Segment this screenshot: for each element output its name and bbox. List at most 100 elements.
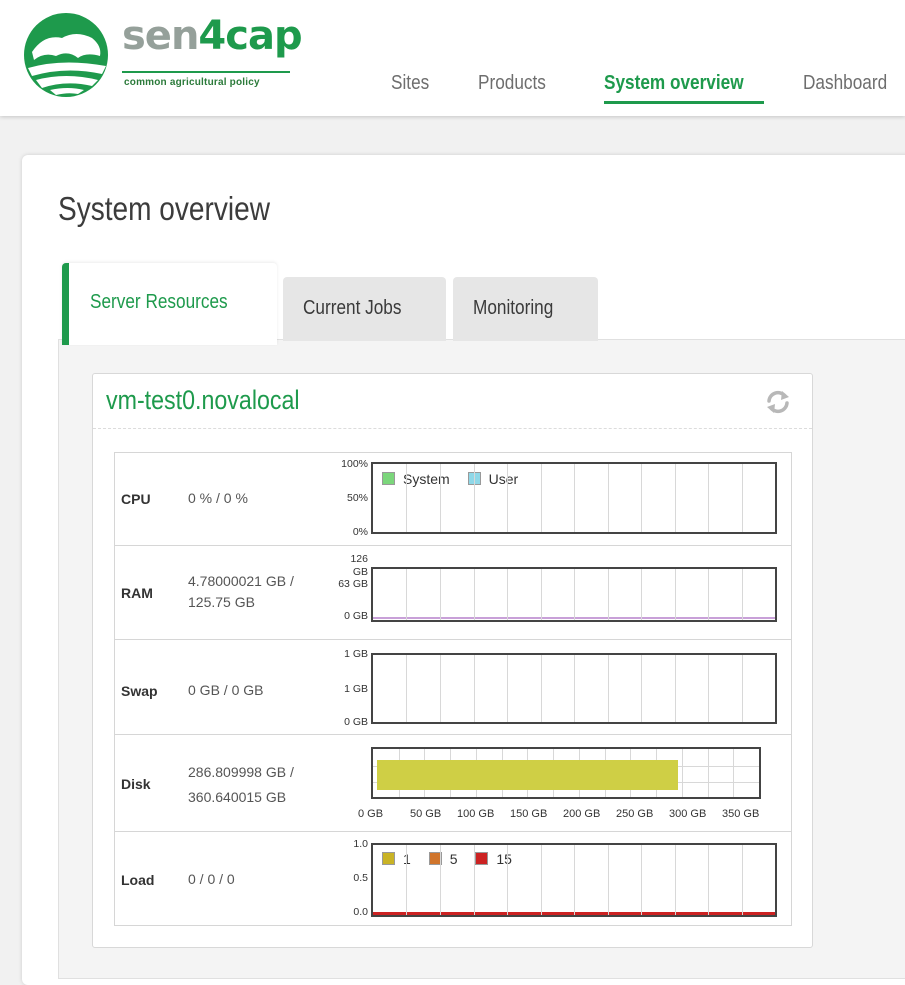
logo-globe-icon — [24, 13, 108, 97]
disk-label: Disk — [121, 776, 151, 792]
load-legend: 1 5 15 — [382, 851, 512, 867]
ram-value-line1: 4.78000021 GB / — [188, 573, 294, 589]
chart-vgrid — [741, 845, 743, 915]
load-legend-5: 5 — [449, 851, 458, 867]
chart-vgrid — [540, 464, 542, 532]
chart-vgrid — [674, 464, 676, 532]
nav-system-overview[interactable]: System overview — [604, 72, 744, 95]
disk-xtick: 250 GB — [616, 808, 654, 820]
chart-vgrid — [607, 845, 609, 915]
brand-name-part2: 4cap — [198, 13, 302, 59]
chart-vgrid — [439, 845, 441, 915]
chart-vgrid — [506, 464, 508, 532]
ram-value-line2: 125.75 GB — [188, 594, 255, 610]
nav-products[interactable]: Products — [478, 72, 546, 95]
chart-vgrid — [574, 569, 575, 620]
ram-chart — [371, 567, 777, 622]
page-title: System overview — [58, 190, 270, 227]
tab-current-jobs-label: Current Jobs — [303, 297, 402, 319]
chart-vgrid — [674, 845, 676, 915]
chart-vgrid — [674, 569, 676, 620]
cpu-legend-system: System — [403, 471, 450, 487]
chart-vgrid — [674, 655, 676, 722]
disk-xtick: 200 GB — [563, 808, 601, 820]
cpu-legend: System User — [382, 471, 518, 487]
swap-value: 0 GB / 0 GB — [188, 682, 264, 698]
row-divider — [114, 831, 792, 832]
disk-xtick: 0 GB — [358, 808, 384, 820]
nav-active-underline — [604, 101, 764, 104]
disk-xtick: 350 GB — [722, 808, 760, 820]
tab-monitoring-label: Monitoring — [473, 297, 554, 319]
chart-vgrid — [473, 845, 475, 915]
load-chart: 1 5 15 — [371, 843, 777, 917]
cpu-axis-top: 100% — [341, 458, 368, 470]
row-divider — [114, 545, 792, 546]
chart-vgrid — [708, 569, 709, 620]
nav-sites[interactable]: Sites — [391, 72, 429, 95]
chart-vgrid — [506, 845, 508, 915]
tab-monitoring[interactable]: Monitoring — [453, 277, 598, 341]
brand-logo-text[interactable]: sen4cap — [122, 13, 303, 59]
chart-vgrid — [473, 464, 475, 532]
swap-label: Swap — [121, 683, 158, 699]
tab-server-resources[interactable]: Server Resources — [62, 263, 277, 345]
cpu-value: 0 % / 0 % — [188, 490, 248, 506]
chart-vgrid — [439, 464, 441, 532]
disk-chart — [371, 747, 761, 799]
disk-value-line1: 286.809998 GB / — [188, 764, 294, 780]
chart-vgrid — [607, 569, 609, 620]
disk-xtick: 100 GB — [457, 808, 495, 820]
chart-vgrid — [574, 655, 575, 722]
load-axis-mid: 0.5 — [353, 872, 368, 884]
ram-axis-mid: 63 GB — [338, 578, 368, 590]
load-value: 0 / 0 / 0 — [188, 871, 235, 887]
chart-vgrid — [406, 845, 408, 915]
ram-axis-bottom: 0 GB — [344, 610, 368, 622]
swap-chart — [371, 653, 777, 724]
card-divider — [93, 428, 812, 429]
disk-usage-bar — [377, 760, 678, 790]
ram-axis-top-unit: GB — [352, 566, 368, 578]
swap-axis-mid: 1 GB — [344, 683, 368, 695]
tab-server-resources-label: Server Resources — [90, 291, 228, 313]
row-divider — [114, 734, 792, 735]
load-label: Load — [121, 872, 155, 888]
swap-axis-bottom: 0 GB — [344, 716, 368, 728]
chart-vgrid — [540, 845, 542, 915]
chart-vgrid — [640, 464, 642, 532]
refresh-icon[interactable] — [764, 388, 792, 416]
brand-name-part1: sen — [122, 13, 199, 59]
chart-vgrid — [406, 464, 408, 532]
disk-xtick: 50 GB — [410, 808, 442, 820]
chart-vgrid — [406, 569, 408, 620]
chart-vgrid — [707, 749, 709, 797]
brand-underline — [122, 71, 290, 73]
disk-value-line2: 360.640015 GB — [188, 789, 287, 805]
chart-vgrid — [540, 655, 542, 722]
chart-vgrid — [473, 655, 475, 722]
ram-axis-top: 126 — [350, 553, 368, 565]
chart-vgrid — [640, 655, 642, 722]
server-name: vm-test0.novalocal — [106, 385, 300, 415]
chart-vgrid — [681, 749, 683, 797]
chart-vgrid — [506, 569, 508, 620]
disk-xtick: 150 GB — [510, 808, 548, 820]
nav-dashboard[interactable]: Dashboard — [803, 72, 887, 95]
chart-vgrid — [607, 464, 609, 532]
chart-vgrid — [708, 464, 709, 532]
brand-tagline: common agricultural policy — [124, 77, 260, 88]
chart-vgrid — [733, 749, 735, 797]
tab-current-jobs[interactable]: Current Jobs — [283, 277, 446, 341]
chart-vgrid — [741, 569, 743, 620]
chart-vgrid — [506, 655, 508, 722]
swap-axis-top: 1 GB — [344, 648, 368, 660]
chart-vgrid — [473, 569, 475, 620]
chart-vgrid — [439, 655, 441, 722]
chart-vgrid — [406, 655, 408, 722]
cpu-legend-user: User — [488, 471, 519, 487]
disk-xtick: 300 GB — [669, 808, 707, 820]
cpu-axis-bottom: 0% — [352, 526, 368, 538]
chart-vgrid — [574, 845, 575, 915]
chart-vgrid — [741, 464, 743, 532]
